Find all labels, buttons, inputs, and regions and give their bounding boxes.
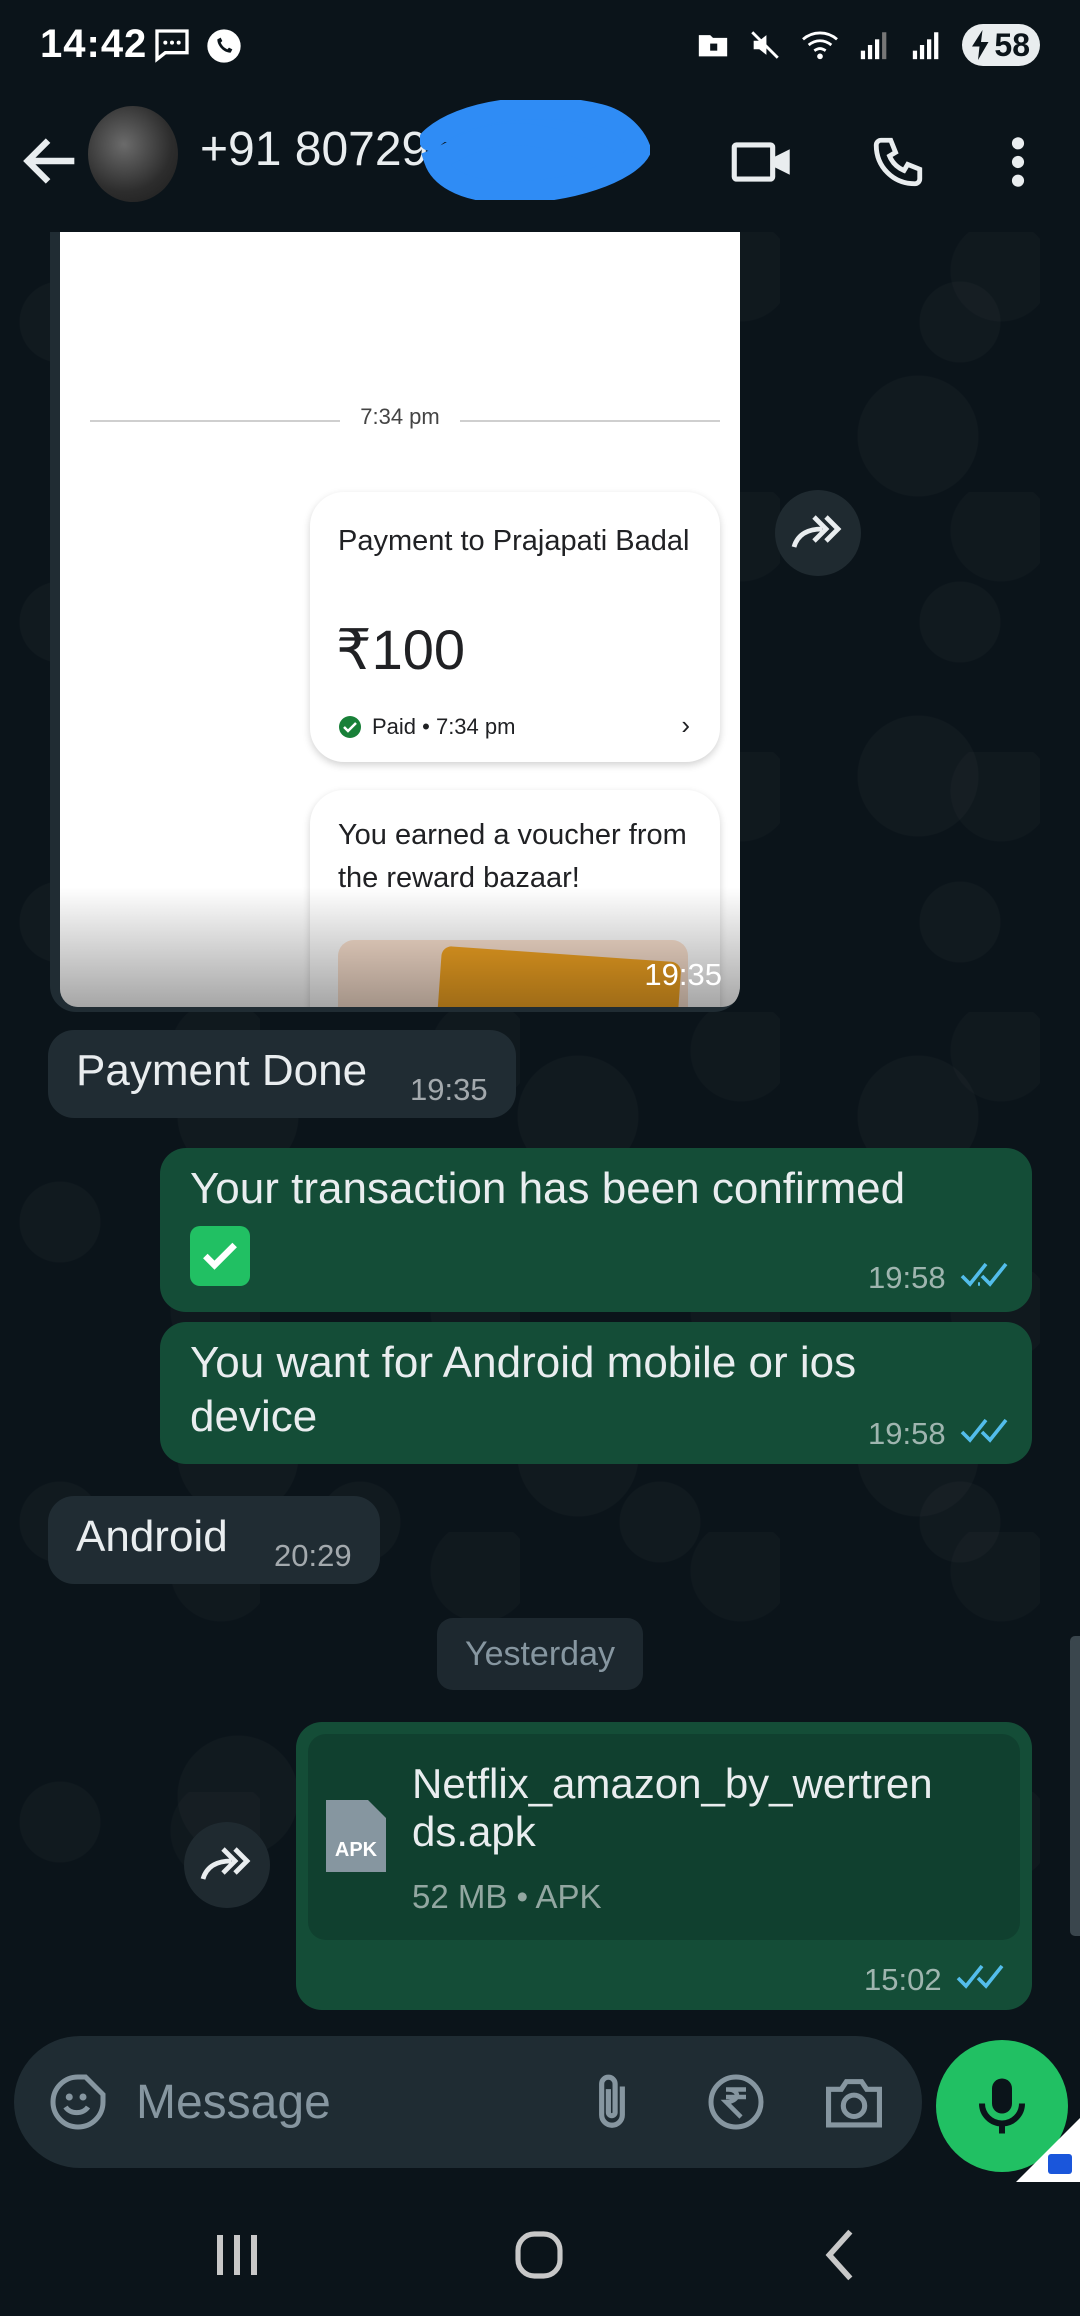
payment-button[interactable] bbox=[700, 2066, 772, 2138]
voice-call-button[interactable] bbox=[858, 122, 938, 202]
check-circle-icon bbox=[339, 716, 361, 738]
document-attachment[interactable]: APK Netflix_amazon_by_wertrends.apk 52 M… bbox=[308, 1734, 1020, 1940]
camera-button[interactable] bbox=[818, 2066, 890, 2138]
double-tick-read-icon bbox=[956, 1964, 1004, 1989]
chevron-left-icon bbox=[825, 2229, 853, 2281]
camera-icon bbox=[826, 2079, 882, 2128]
sticker-button[interactable] bbox=[42, 2066, 114, 2138]
image-message-time: 19:35 bbox=[644, 957, 722, 992]
home-circle-icon bbox=[515, 2231, 563, 2279]
video-camera-icon bbox=[731, 142, 790, 182]
video-call-button[interactable] bbox=[722, 122, 802, 202]
status-system-icons: 58 bbox=[696, 24, 1040, 66]
signal-icon-2 bbox=[913, 32, 939, 60]
redaction-scribble bbox=[420, 100, 650, 200]
double-tick-read-icon bbox=[960, 1262, 1008, 1287]
back-button[interactable] bbox=[16, 126, 86, 196]
forward-button[interactable] bbox=[184, 1822, 270, 1908]
charging-bolt-icon bbox=[972, 30, 989, 60]
paperclip-icon bbox=[599, 2074, 625, 2128]
chevron-right-icon: › bbox=[681, 710, 690, 740]
microphone-icon bbox=[979, 2078, 1025, 2134]
rupee-icon bbox=[708, 2074, 764, 2130]
signal-icon-1 bbox=[861, 32, 887, 60]
status-bar: 14:42 58 bbox=[0, 0, 1080, 92]
arrow-left-icon bbox=[23, 138, 75, 184]
attach-button[interactable] bbox=[576, 2066, 648, 2138]
system-navigation-bar bbox=[0, 2190, 1080, 2316]
check-mark-emoji-icon bbox=[190, 1226, 250, 1286]
more-vert-icon bbox=[1011, 137, 1025, 187]
image-message-bubble[interactable]: 7:34 pm Payment to Prajapati Badal ₹100 … bbox=[50, 232, 740, 1012]
document-meta: 52 MB • APK bbox=[412, 1878, 602, 1915]
message-time: 19:58 bbox=[868, 1260, 946, 1295]
message-text: You want for Android mobile or ios devic… bbox=[190, 1338, 857, 1441]
message-composer bbox=[14, 2036, 922, 2168]
message-time: 19:35 bbox=[410, 1072, 488, 1107]
payment-screenshot-image[interactable]: 7:34 pm Payment to Prajapati Badal ₹100 … bbox=[60, 232, 740, 1007]
battery-indicator: 58 bbox=[962, 24, 1040, 66]
message-time: 15:02 bbox=[864, 1962, 942, 1997]
lock-folder-icon bbox=[1048, 2154, 1072, 2174]
contact-avatar[interactable] bbox=[88, 106, 178, 202]
payment-title: Payment to Prajapati Badal bbox=[338, 525, 690, 557]
chat-screen: 14:42 58 +91 80729 7:34 pm Payment to Pr… bbox=[0, 0, 1080, 2316]
forward-button[interactable] bbox=[775, 490, 861, 576]
chat-notification-icon bbox=[155, 29, 189, 63]
home-button[interactable] bbox=[494, 2220, 584, 2290]
recent-apps-icon bbox=[217, 2235, 257, 2275]
date-divider: Yesterday bbox=[437, 1618, 643, 1690]
forward-icon bbox=[791, 515, 842, 548]
phone-icon bbox=[873, 137, 923, 187]
payment-status-text: Paid • 7:34 pm bbox=[372, 714, 516, 739]
screenshot-time: 7:34 pm bbox=[340, 404, 460, 429]
image-shade bbox=[60, 887, 740, 1007]
document-message-bubble[interactable]: APK Netflix_amazon_by_wertrends.apk 52 M… bbox=[296, 1722, 1032, 2010]
chat-header: +91 80729 bbox=[0, 92, 1080, 232]
message-text: Your transaction has been confirmed bbox=[190, 1164, 906, 1213]
apk-file-icon: APK bbox=[326, 1800, 386, 1872]
recent-apps-button[interactable] bbox=[192, 2220, 282, 2290]
status-notification-icons bbox=[152, 26, 244, 66]
whatsapp-notification-icon bbox=[207, 29, 241, 63]
nav-back-button[interactable] bbox=[796, 2220, 886, 2290]
message-time: 19:58 bbox=[868, 1416, 946, 1451]
payment-status: Paid • 7:34 pm bbox=[338, 714, 515, 740]
message-input[interactable] bbox=[136, 2066, 556, 2138]
double-tick-read-icon bbox=[960, 1418, 1008, 1443]
lock-folder-icon bbox=[699, 35, 728, 57]
message-time: 20:29 bbox=[274, 1538, 352, 1573]
more-options-button[interactable] bbox=[978, 122, 1058, 202]
message-text: Payment Done bbox=[76, 1046, 368, 1095]
payment-amount: ₹100 bbox=[336, 618, 466, 681]
message-bubble-incoming[interactable]: Android 20:29 bbox=[48, 1496, 380, 1584]
sticker-smiley-icon bbox=[50, 2074, 106, 2130]
mute-icon bbox=[751, 31, 780, 59]
message-bubble-outgoing[interactable]: Your transaction has been confirmed 19:5… bbox=[160, 1148, 1032, 1312]
status-time: 14:42 bbox=[40, 22, 148, 66]
scroll-handle[interactable] bbox=[1070, 1636, 1080, 1936]
message-bubble-outgoing[interactable]: You want for Android mobile or ios devic… bbox=[160, 1322, 1032, 1464]
contact-name[interactable]: +91 80729 bbox=[200, 122, 428, 177]
document-file-name: Netflix_amazon_by_wertrends.apk bbox=[412, 1760, 933, 1855]
wifi-icon bbox=[802, 31, 839, 60]
forward-icon bbox=[200, 1847, 251, 1880]
battery-level: 58 bbox=[994, 26, 1030, 63]
message-text: Android bbox=[76, 1512, 228, 1561]
message-bubble-incoming[interactable]: Payment Done 19:35 bbox=[48, 1030, 516, 1118]
payment-card: Payment to Prajapati Badal ₹100 Paid • 7… bbox=[310, 492, 720, 762]
